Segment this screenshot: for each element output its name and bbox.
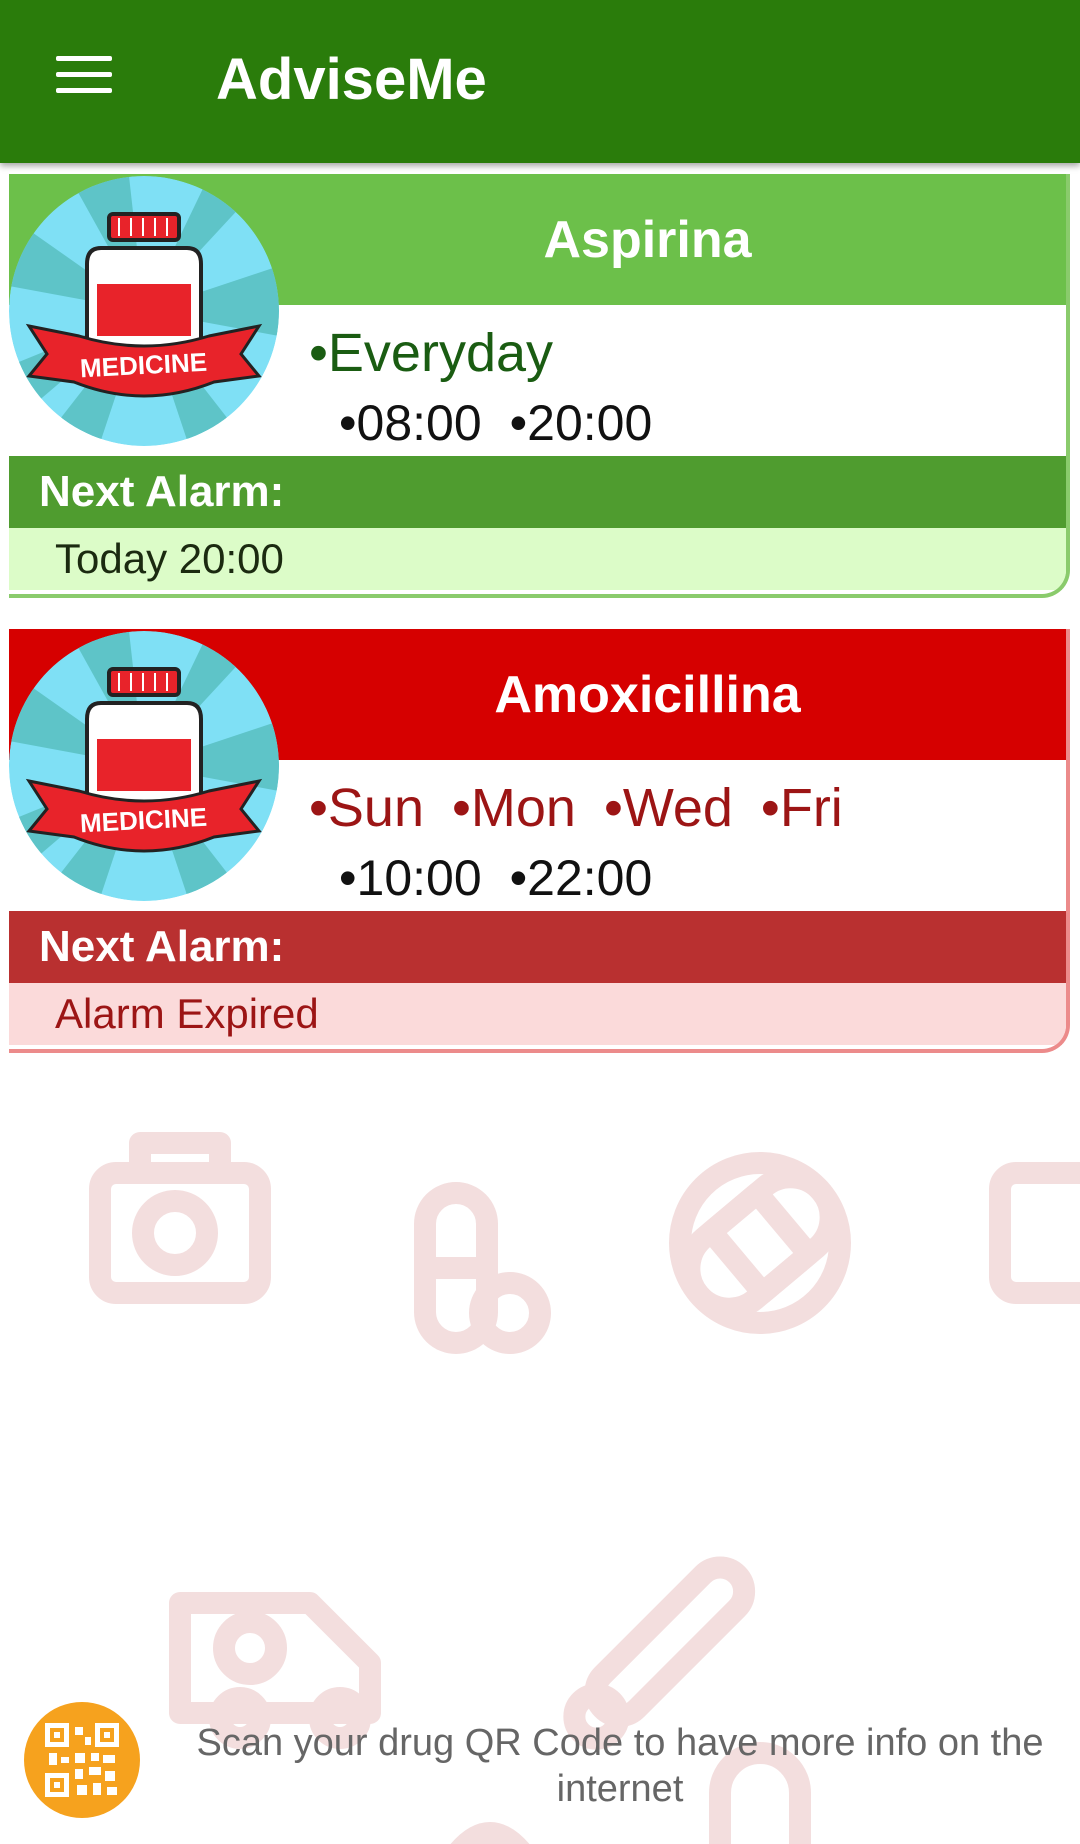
hamburger-menu-icon[interactable] <box>48 52 120 112</box>
days-list: •Everyday <box>309 322 553 384</box>
time-item: •08:00 <box>339 395 482 451</box>
scan-instruction-text: Scan your drug QR Code to have more info… <box>196 1722 1044 1810</box>
time-item: •20:00 <box>509 395 653 451</box>
day-item: •Everyday <box>309 323 554 383</box>
days-list: •Sun •Mon •Wed •Fri <box>309 777 843 839</box>
next-alarm-label: Next Alarm: <box>9 456 1066 528</box>
day-item: •Sun <box>309 778 424 838</box>
first-aid-kit-icon <box>89 1132 271 1304</box>
drug-name: Aspirina <box>543 210 752 269</box>
time-item: •22:00 <box>509 850 653 906</box>
medicine-bottle-icon: MEDICINE <box>9 631 279 901</box>
next-alarm-value: Alarm Expired <box>9 983 1066 1045</box>
app-bar: AdviseMe <box>0 0 1080 163</box>
day-item: •Mon <box>452 778 576 838</box>
day-item: •Fri <box>760 778 843 838</box>
medicine-card[interactable]: Amoxicillina •Sun •Mon •Wed •Fri •10:00 … <box>9 629 1070 1053</box>
times-list: •08:00 •20:00 <box>339 394 652 452</box>
scan-bar: Scan your drug QR Code to have more info… <box>0 1690 1080 1844</box>
qr-code-button[interactable] <box>24 1702 140 1818</box>
medicine-card[interactable]: Aspirina •Everyday •08:00 •20:00 Next Al… <box>9 174 1070 598</box>
app-title: AdviseMe <box>216 47 487 112</box>
medicine-bottle-icon: MEDICINE <box>9 176 279 446</box>
next-alarm-label: Next Alarm: <box>9 911 1066 983</box>
pill-icon <box>414 1182 551 1354</box>
times-list: •10:00 •22:00 <box>339 849 652 907</box>
next-alarm-value: Today 20:00 <box>9 528 1066 590</box>
drug-name: Amoxicillina <box>494 665 801 724</box>
day-item: •Wed <box>603 778 733 838</box>
qr-code-icon <box>45 1723 119 1797</box>
time-item: •10:00 <box>339 850 482 906</box>
